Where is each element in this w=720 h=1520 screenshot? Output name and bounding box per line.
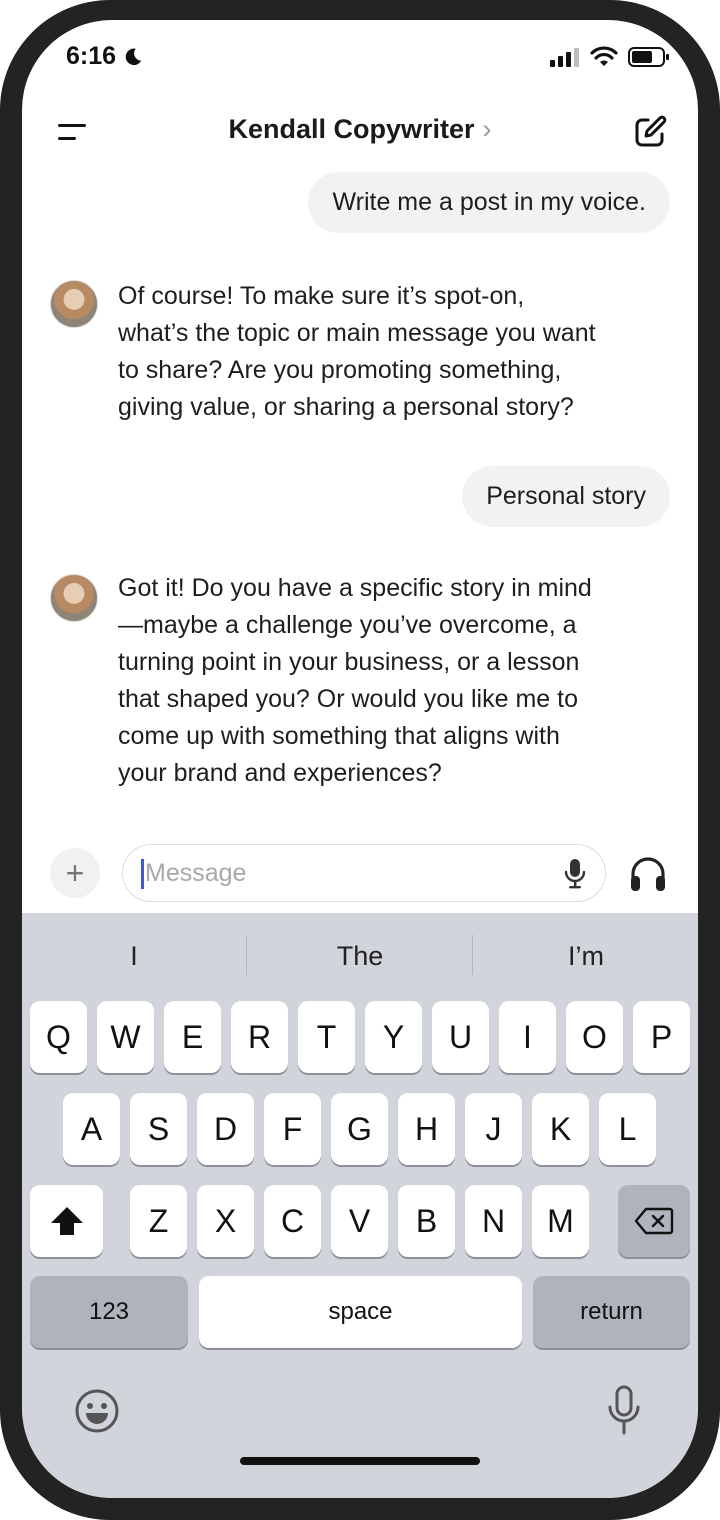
key-v[interactable]: V: [331, 1185, 388, 1257]
return-key[interactable]: return: [533, 1276, 690, 1348]
wifi-icon: [590, 46, 618, 66]
user-message: Write me a post in my voice.: [308, 172, 670, 233]
key-h[interactable]: H: [398, 1093, 455, 1165]
chat-title[interactable]: Kendall Copywriter ›: [22, 114, 698, 145]
assistant-message-line: what’s the topic or main message you wan…: [118, 319, 596, 347]
battery-icon: [628, 47, 669, 67]
moon-icon: [125, 48, 142, 65]
status-time: 6:16: [66, 42, 144, 71]
key-t[interactable]: T: [298, 1001, 355, 1073]
chat-title-text: Kendall Copywriter: [228, 114, 475, 144]
user-message: Personal story: [462, 466, 670, 527]
key-b[interactable]: B: [398, 1185, 455, 1257]
key-y[interactable]: Y: [365, 1001, 422, 1073]
key-d[interactable]: D: [197, 1093, 254, 1165]
key-e[interactable]: E: [164, 1001, 221, 1073]
message-field[interactable]: [122, 844, 606, 902]
key-p[interactable]: P: [633, 1001, 690, 1073]
key-j[interactable]: J: [465, 1093, 522, 1165]
key-w[interactable]: W: [97, 1001, 154, 1073]
assistant-message-line: turning point in your business, or a les…: [118, 648, 580, 676]
key-u[interactable]: U: [432, 1001, 489, 1073]
suggestion-2[interactable]: The: [248, 933, 472, 979]
key-x[interactable]: X: [197, 1185, 254, 1257]
microphone-icon[interactable]: [563, 858, 587, 890]
key-g[interactable]: G: [331, 1093, 388, 1165]
keyboard: I The I’m Q W E R T Y U I O P A S D F G …: [22, 913, 698, 1498]
assistant-message-line: Of course! To make sure it’s spot-on,: [118, 282, 525, 310]
user-message-text: Personal story: [486, 482, 646, 510]
key-z[interactable]: Z: [130, 1185, 187, 1257]
assistant-message-line: that shaped you? Or would you like me to: [118, 685, 578, 713]
assistant-message: Of course! To make sure it’s spot-on, wh…: [118, 278, 678, 426]
assistant-message-line: —maybe a challenge you’ve overcome, a: [118, 611, 577, 639]
key-q[interactable]: Q: [30, 1001, 87, 1073]
add-attachment-button[interactable]: +: [50, 848, 100, 898]
assistant-message-line: come up with something that aligns with: [118, 722, 560, 750]
space-key[interactable]: space: [199, 1276, 522, 1348]
key-o[interactable]: O: [566, 1001, 623, 1073]
assistant-message-line: Got it! Do you have a specific story in …: [118, 574, 592, 602]
assistant-message-line: giving value, or sharing a personal stor…: [118, 393, 574, 421]
assistant-message: Got it! Do you have a specific story in …: [118, 570, 678, 792]
key-c[interactable]: C: [264, 1185, 321, 1257]
cellular-signal-icon: [550, 48, 579, 67]
delete-key[interactable]: [618, 1185, 690, 1257]
compose-button[interactable]: [632, 114, 668, 150]
user-message-text: Write me a post in my voice.: [332, 188, 646, 216]
key-r[interactable]: R: [231, 1001, 288, 1073]
assistant-avatar: [50, 280, 98, 328]
message-input[interactable]: [143, 845, 543, 901]
shift-icon: [50, 1207, 83, 1235]
dictation-mic-icon[interactable]: [606, 1385, 642, 1437]
assistant-message-line: to share? Are you promoting something,: [118, 356, 562, 384]
key-m[interactable]: M: [532, 1185, 589, 1257]
key-i[interactable]: I: [499, 1001, 556, 1073]
phone-frame: 6:16 Kendall Copywriter › Write me a pos…: [0, 0, 720, 1520]
numbers-key[interactable]: 123: [30, 1276, 188, 1348]
key-l[interactable]: L: [599, 1093, 656, 1165]
status-icons: [550, 46, 670, 68]
key-k[interactable]: K: [532, 1093, 589, 1165]
assistant-avatar: [50, 574, 98, 622]
suggestion-divider: [472, 935, 473, 975]
assistant-message-line: your brand and experiences?: [118, 759, 442, 787]
home-indicator[interactable]: [240, 1457, 480, 1465]
screen: 6:16 Kendall Copywriter › Write me a pos…: [22, 20, 698, 1498]
headphones-icon[interactable]: [628, 854, 668, 894]
shift-key[interactable]: [30, 1185, 103, 1257]
suggestion-1[interactable]: I: [22, 933, 246, 979]
key-a[interactable]: A: [63, 1093, 120, 1165]
key-s[interactable]: S: [130, 1093, 187, 1165]
backspace-icon: [634, 1207, 674, 1235]
emoji-icon[interactable]: [74, 1388, 120, 1434]
suggestion-divider: [246, 935, 247, 975]
key-f[interactable]: F: [264, 1093, 321, 1165]
status-time-text: 6:16: [66, 42, 117, 70]
suggestion-3[interactable]: I’m: [474, 933, 698, 979]
plus-icon: +: [65, 854, 85, 891]
key-n[interactable]: N: [465, 1185, 522, 1257]
chevron-right-icon: ›: [482, 114, 492, 144]
